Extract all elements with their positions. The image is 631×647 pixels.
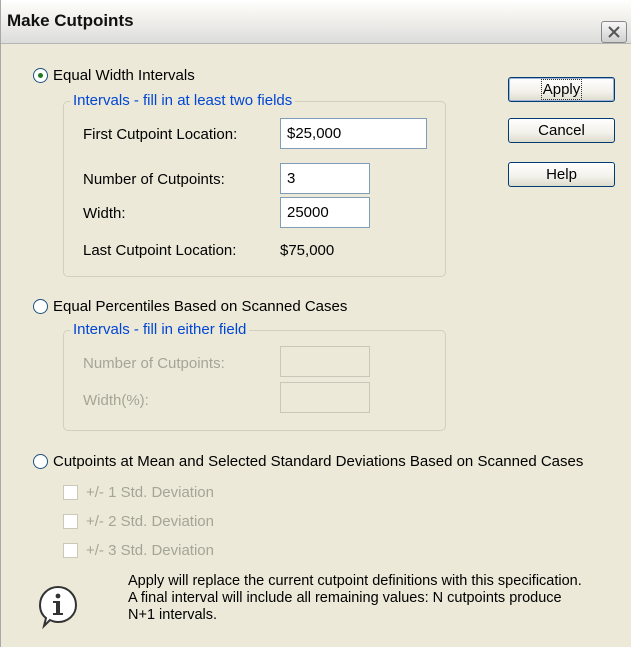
equal-width-group-legend: Intervals - fill in at least two fields <box>70 92 296 109</box>
cancel-button-label: Cancel <box>538 122 585 139</box>
num-cutpoints-field[interactable] <box>280 163 370 194</box>
std-dev-2-label: +/- 2 Std. Deviation <box>86 513 214 530</box>
radio-equal-percentiles[interactable]: Equal Percentiles Based on Scanned Cases <box>33 298 347 315</box>
window-title: Make Cutpoints <box>7 11 134 30</box>
info-line: A final interval will include all remain… <box>128 590 562 606</box>
width-field[interactable] <box>280 197 370 228</box>
std-dev-2-option: +/- 2 Std. Deviation <box>63 513 214 530</box>
close-icon <box>608 26 620 38</box>
cancel-button[interactable]: Cancel <box>508 118 615 143</box>
percentile-width-label: Width(%): <box>83 392 149 409</box>
radio-equal-width[interactable]: Equal Width Intervals <box>33 67 195 84</box>
percentile-num-cutpoints-label: Number of Cutpoints: <box>83 355 225 372</box>
std-dev-2-checkbox <box>63 514 78 529</box>
percentile-num-cutpoints-field <box>280 346 370 377</box>
last-cutpoint-label: Last Cutpoint Location: <box>83 242 237 259</box>
make-cutpoints-dialog: Make Cutpoints Equal Width Intervals Int… <box>0 0 631 647</box>
apply-button-label: Apply <box>540 79 583 100</box>
std-dev-1-checkbox <box>63 485 78 500</box>
std-dev-1-option: +/- 1 Std. Deviation <box>63 484 214 501</box>
radio-equal-percentiles-label: Equal Percentiles Based on Scanned Cases <box>53 298 348 315</box>
percentile-group: Intervals - fill in either field <box>63 321 446 431</box>
title-bar: Make Cutpoints <box>1 0 631 44</box>
std-dev-3-label: +/- 3 Std. Deviation <box>86 542 214 559</box>
info-line: Apply will replace the current cutpoint … <box>128 573 582 589</box>
radio-mean-sd[interactable]: Cutpoints at Mean and Selected Standard … <box>33 453 583 470</box>
close-button[interactable] <box>601 21 627 43</box>
percentile-group-legend: Intervals - fill in either field <box>70 321 250 338</box>
first-cutpoint-field[interactable] <box>280 118 427 149</box>
radio-button-checked[interactable] <box>33 68 48 83</box>
num-cutpoints-label: Number of Cutpoints: <box>83 171 225 188</box>
info-line: N+1 intervals. <box>128 607 218 623</box>
width-label: Width: <box>83 205 126 222</box>
radio-button-unchecked[interactable] <box>33 454 48 469</box>
radio-button-unchecked[interactable] <box>33 299 48 314</box>
std-dev-3-checkbox <box>63 543 78 558</box>
std-dev-3-option: +/- 3 Std. Deviation <box>63 542 214 559</box>
std-dev-1-label: +/- 1 Std. Deviation <box>86 484 214 501</box>
radio-mean-sd-label: Cutpoints at Mean and Selected Standard … <box>53 453 584 470</box>
apply-button[interactable]: Apply <box>508 77 615 102</box>
first-cutpoint-label: First Cutpoint Location: <box>83 126 238 143</box>
radio-equal-width-label: Equal Width Intervals <box>53 67 195 84</box>
info-icon <box>38 585 78 629</box>
info-message: Apply will replace the current cutpoint … <box>128 573 598 624</box>
help-button-label: Help <box>546 166 577 183</box>
help-button[interactable]: Help <box>508 162 615 187</box>
last-cutpoint-value: $75,000 <box>280 242 335 259</box>
percentile-width-field <box>280 382 370 413</box>
